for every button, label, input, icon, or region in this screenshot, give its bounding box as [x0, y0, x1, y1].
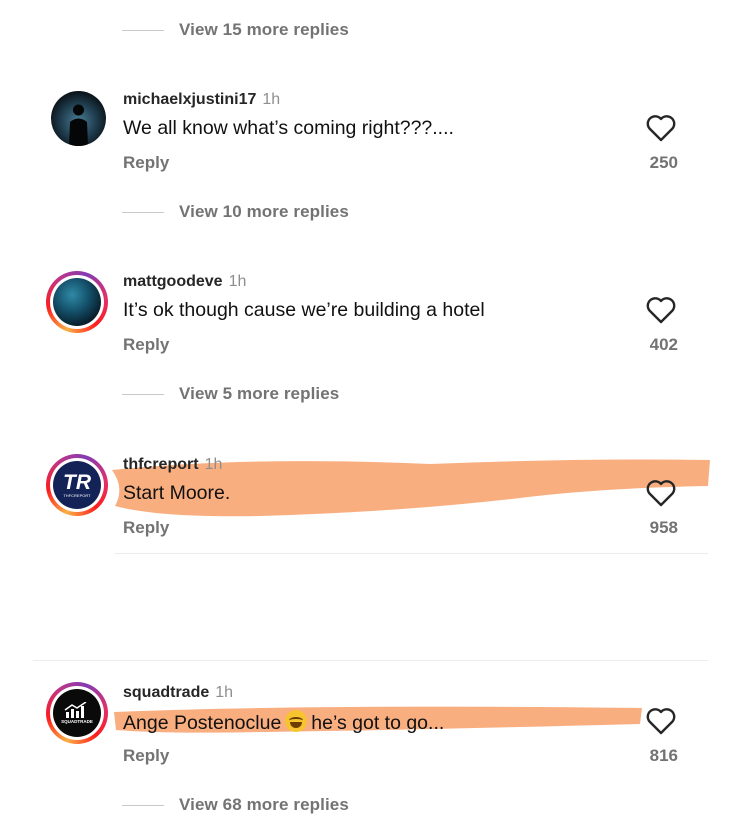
like-count: 958 — [649, 518, 678, 537]
divider-line — [122, 211, 164, 213]
heart-outline-icon[interactable] — [645, 706, 677, 736]
comment-meta: michaelxjustini17 1h — [123, 91, 280, 109]
like-count: 816 — [649, 746, 678, 765]
view-more-replies-button[interactable]: View 10 more replies — [122, 200, 349, 224]
like-count: 402 — [649, 335, 678, 354]
comment-text-part: Ange Postenoclue — [123, 712, 282, 734]
avatar-logo-text: TR — [63, 470, 91, 494]
view-more-label: View 68 more replies — [179, 795, 349, 814]
heart-outline-icon[interactable] — [645, 478, 677, 508]
username[interactable]: michaelxjustini17 — [123, 91, 256, 108]
comment-meta: mattgoodeve 1h — [123, 273, 246, 291]
username[interactable]: squadtrade — [123, 684, 209, 701]
heart-outline-icon[interactable] — [645, 295, 677, 325]
silhouette-icon — [69, 104, 88, 146]
timestamp: 1h — [228, 273, 247, 290]
comment-meta: thfcreport 1h — [123, 456, 222, 474]
divider-line — [122, 393, 164, 395]
view-more-replies-button[interactable]: View 5 more replies — [122, 382, 339, 406]
reply-button[interactable]: Reply — [123, 153, 169, 173]
timestamp: 1h — [262, 91, 281, 108]
timestamp: 1h — [204, 456, 223, 473]
avatar[interactable]: TR THFCREPORT — [46, 454, 108, 516]
view-more-replies-button[interactable]: View 15 more replies — [122, 18, 349, 42]
comment-text: It’s ok though cause we’re building a ho… — [123, 299, 485, 321]
reply-button[interactable]: Reply — [123, 335, 169, 355]
reply-button[interactable]: Reply — [123, 518, 169, 538]
view-more-label: View 10 more replies — [179, 202, 349, 221]
username[interactable]: thfcreport — [123, 456, 199, 473]
reply-button[interactable]: Reply — [123, 746, 169, 766]
comment-meta: squadtrade 1h — [123, 684, 233, 702]
comment-text: Ange Postenoclue he’s got to go... — [123, 710, 444, 735]
view-more-label: View 15 more replies — [179, 20, 349, 39]
avatar-logo-text: SQUADTRADE — [61, 719, 93, 724]
username[interactable]: mattgoodeve — [123, 273, 223, 290]
like-count: 250 — [649, 153, 678, 172]
timestamp: 1h — [215, 684, 234, 701]
comment-text: Start Moore. — [123, 482, 231, 504]
view-more-replies-button[interactable]: View 68 more replies — [122, 793, 349, 817]
divider-line — [122, 804, 164, 806]
laughing-crying-emoji-icon — [285, 710, 308, 732]
view-more-label: View 5 more replies — [179, 384, 340, 403]
avatar-logo-subtext: THFCREPORT — [63, 492, 91, 498]
bar-chart-logo-icon — [64, 702, 87, 718]
separator — [115, 553, 708, 554]
avatar[interactable] — [46, 271, 108, 333]
avatar[interactable]: SQUADTRADE — [46, 682, 108, 744]
comment-text-part: he’s got to go... — [311, 712, 445, 734]
heart-outline-icon[interactable] — [645, 113, 677, 143]
separator — [33, 660, 708, 661]
avatar[interactable] — [51, 91, 106, 146]
divider-line — [122, 29, 164, 31]
comment-text: We all know what’s coming right???.... — [123, 117, 454, 139]
